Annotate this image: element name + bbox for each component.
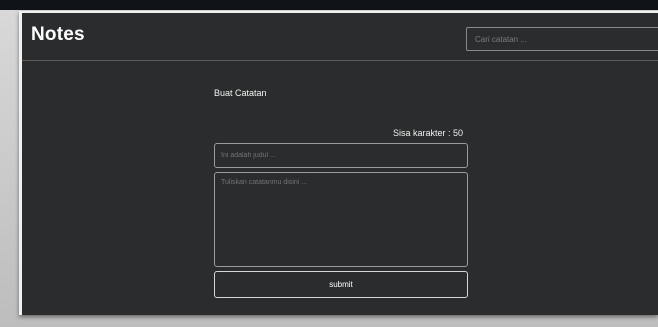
remaining-characters-label: Sisa karakter : 50 — [393, 128, 464, 138]
top-shadow — [0, 0, 658, 10]
notes-app-window: Notes Buat Catatan Sisa karakter : 50 su… — [19, 11, 658, 315]
submit-button[interactable]: submit — [214, 271, 468, 298]
note-body-textarea[interactable] — [214, 172, 468, 267]
note-title-input[interactable] — [214, 143, 468, 168]
app-header: Notes — [22, 13, 658, 61]
search-input[interactable] — [466, 27, 658, 51]
app-title: Notes — [31, 24, 85, 45]
screenshot-stage: Notes Buat Catatan Sisa karakter : 50 su… — [0, 0, 658, 327]
create-note-heading: Buat Catatan — [214, 88, 267, 98]
